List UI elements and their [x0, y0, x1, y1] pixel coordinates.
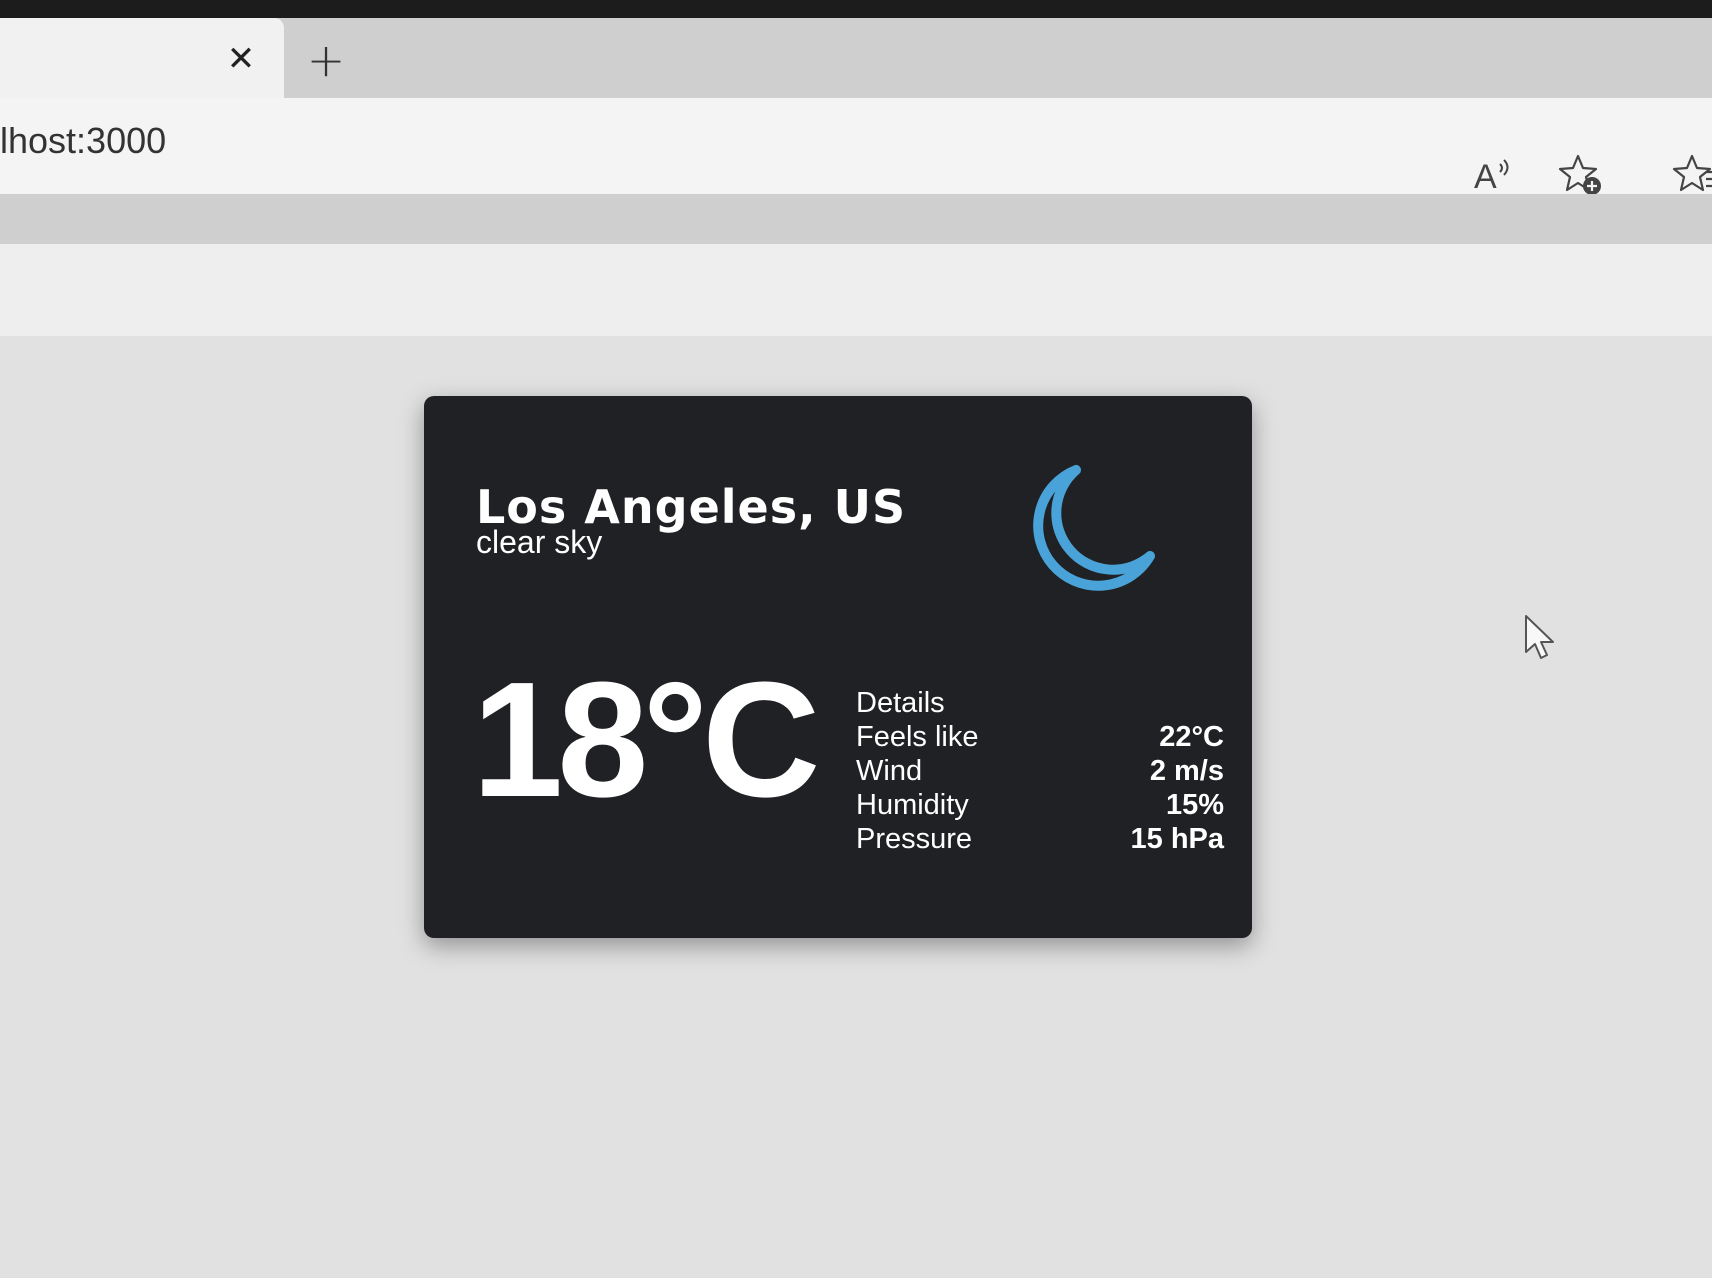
detail-label: Wind — [856, 755, 923, 787]
detail-row-humidity: Humidity 15% — [856, 788, 1224, 822]
svg-text:A: A — [1474, 158, 1497, 196]
temperature: 18°C — [472, 648, 820, 831]
mouse-cursor-icon — [1524, 614, 1558, 664]
browser-tab[interactable]: ✕ — [0, 18, 284, 98]
address-bar: lhost:3000 A — [0, 98, 1712, 196]
detail-value: 22°C — [1159, 721, 1224, 753]
moon-icon — [998, 444, 1168, 614]
weather-description: clear sky — [476, 524, 603, 560]
monitor-bezel — [0, 0, 1712, 18]
page-header-strip — [0, 244, 1712, 336]
detail-value: 15 hPa — [1130, 823, 1225, 855]
detail-label: Pressure — [856, 823, 973, 855]
weather-card: Los Angeles, US clear sky 18°C Details F… — [424, 396, 1252, 938]
close-tab-icon[interactable]: ✕ — [222, 40, 260, 78]
detail-label: Humidity — [856, 789, 969, 821]
tab-strip: ✕ + — [0, 18, 1712, 98]
detail-row-wind: Wind 2 m/s — [856, 754, 1224, 788]
detail-row-pressure: Pressure 15 hPa — [856, 822, 1224, 856]
details-title: Details — [856, 687, 945, 719]
read-aloud-icon[interactable]: A — [1470, 150, 1520, 200]
url-field[interactable]: lhost:3000 — [0, 120, 166, 162]
detail-value: 15% — [1165, 789, 1224, 821]
add-favorite-icon[interactable] — [1556, 150, 1606, 200]
favorites-icon[interactable] — [1672, 150, 1712, 200]
bookmark-bar — [0, 194, 1712, 244]
new-tab-button[interactable]: + — [302, 36, 350, 84]
detail-value: 2 m/s — [1149, 755, 1224, 787]
detail-row-feels-like: Feels like 22°C — [856, 720, 1224, 754]
details-panel: Details Feels like 22°C Wind 2 m/s Humid… — [856, 686, 1224, 856]
detail-label: Feels like — [856, 721, 979, 753]
